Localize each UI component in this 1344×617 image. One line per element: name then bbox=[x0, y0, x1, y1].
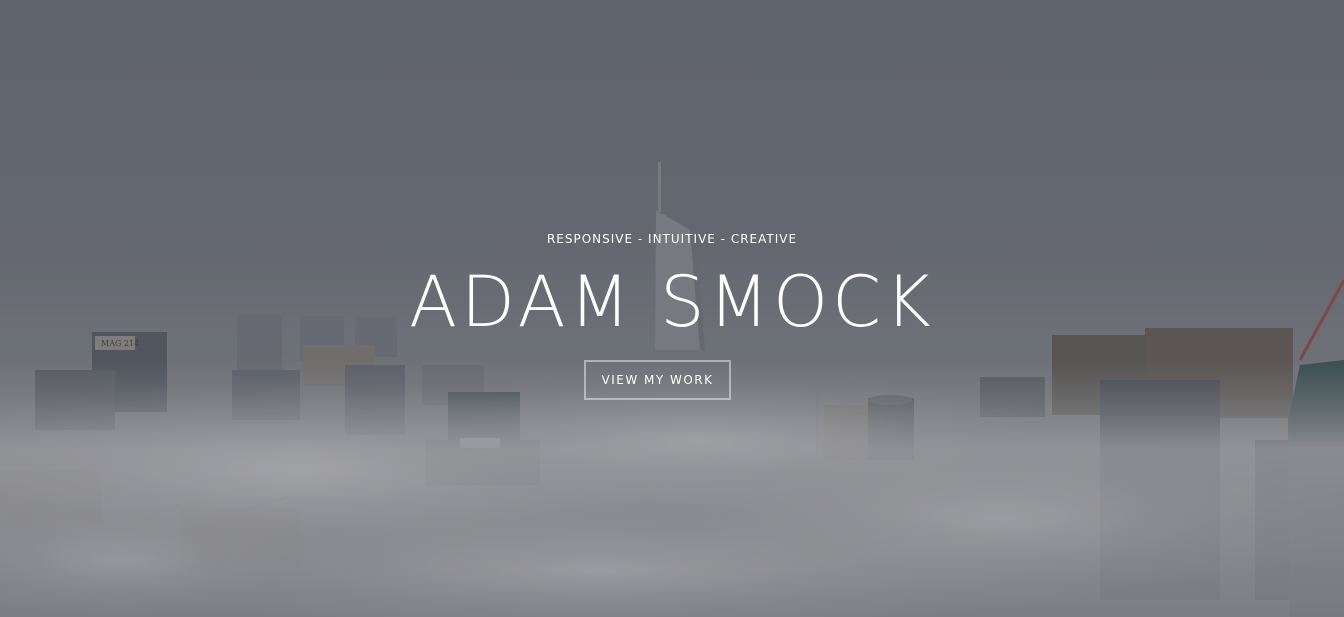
view-my-work-button[interactable]: VIEW MY WORK bbox=[584, 360, 731, 400]
hero-section: MAG 214 RESPONSIVE - INTUITIVE - CREATIV… bbox=[0, 0, 1344, 617]
hero-title: ADAM SMOCK bbox=[409, 261, 935, 343]
hero-content: RESPONSIVE - INTUITIVE - CREATIVE ADAM S… bbox=[0, 0, 1344, 617]
hero-tagline: RESPONSIVE - INTUITIVE - CREATIVE bbox=[546, 232, 798, 246]
